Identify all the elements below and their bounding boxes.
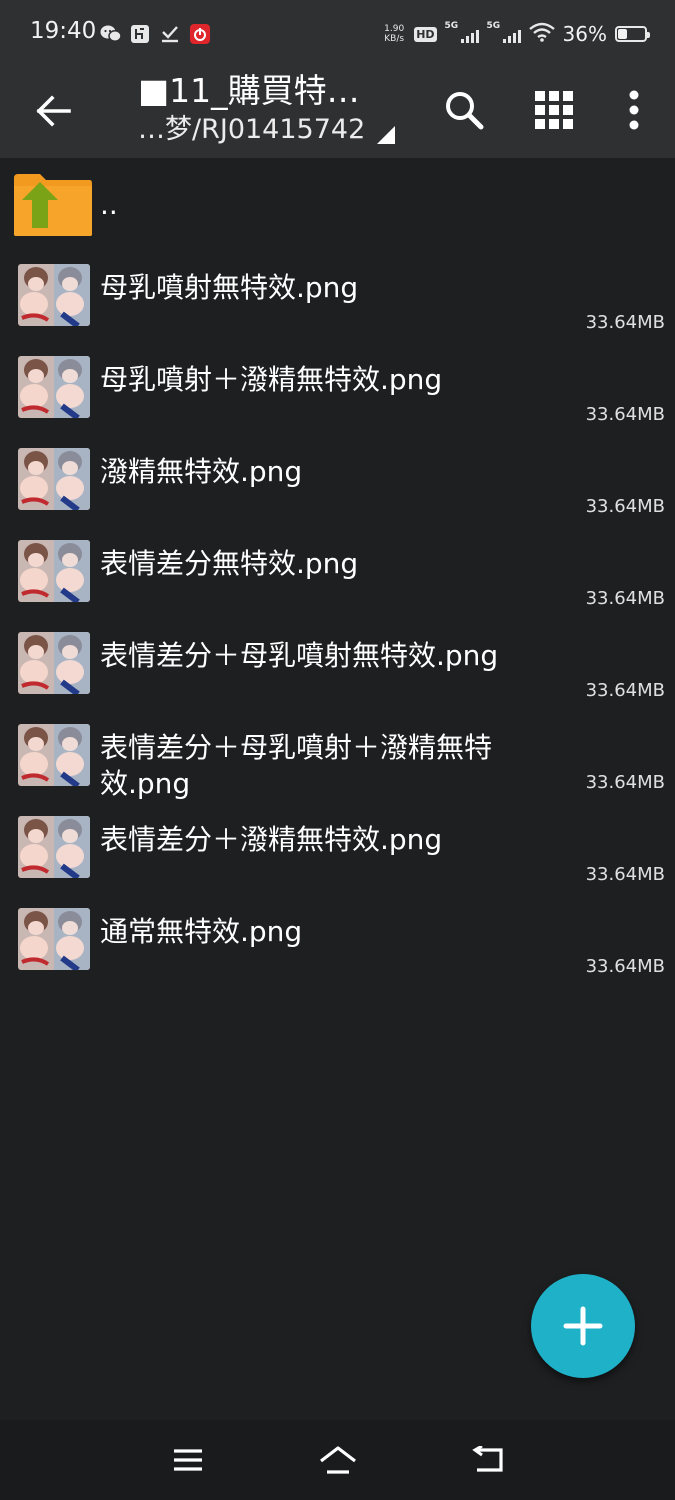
folder-up-icon bbox=[14, 174, 92, 236]
system-back-button[interactable] bbox=[464, 1436, 512, 1484]
image-thumbnail bbox=[18, 632, 90, 694]
file-name: 表情差分＋潑精無特效.png bbox=[100, 823, 443, 856]
file-row[interactable]: 母乳噴射無特效.png 33.64MB bbox=[0, 250, 675, 342]
file-size: 33.64MB bbox=[585, 864, 665, 885]
wifi-icon bbox=[528, 22, 555, 46]
home-icon bbox=[320, 1446, 356, 1474]
more-options-button[interactable] bbox=[604, 80, 664, 140]
signal-sim1-icon: 5G bbox=[444, 21, 479, 45]
battery-fill bbox=[618, 29, 628, 39]
battery-percent: 36% bbox=[562, 22, 607, 46]
net-speed-value: 1.90 bbox=[384, 24, 405, 34]
file-size: 33.64MB bbox=[585, 312, 665, 333]
menu-icon bbox=[174, 1449, 202, 1471]
folder-title: ■11_購買特… bbox=[138, 71, 360, 110]
sim2-label: 5G bbox=[486, 21, 501, 31]
navigation-bar bbox=[0, 1420, 675, 1500]
file-size: 33.64MB bbox=[585, 496, 665, 517]
file-row[interactable]: 母乳噴射＋潑精無特效.png 33.64MB bbox=[0, 342, 675, 434]
plus-icon bbox=[563, 1306, 603, 1346]
file-row[interactable]: 表情差分＋母乳噴射無特效.png 33.64MB bbox=[0, 618, 675, 710]
net-speed: 1.90 KB/s bbox=[384, 24, 404, 44]
toolbar: ■11_購買特… …梦/RJ01415742 bbox=[0, 66, 675, 158]
status-right: 1.90 KB/s HD 5G 5G 36% bbox=[384, 18, 650, 50]
back-arrow-icon bbox=[36, 95, 71, 127]
app-icon bbox=[130, 24, 150, 44]
back-icon bbox=[472, 1446, 503, 1472]
file-name: 表情差分＋母乳噴射＋潑精無特效.png bbox=[100, 731, 493, 800]
status-time: 19:40 bbox=[30, 18, 97, 44]
file-name: 表情差分＋母乳噴射無特效.png bbox=[100, 639, 499, 672]
signal-sim2-icon: 5G bbox=[486, 21, 521, 45]
status-bar: 19:40 1.90 KB/s HD 5G 5G 36% bbox=[0, 0, 675, 66]
search-button[interactable] bbox=[434, 80, 494, 140]
file-row[interactable]: 通常無特效.png 33.64MB bbox=[0, 894, 675, 986]
file-name: 母乳噴射＋潑精無特效.png bbox=[100, 363, 443, 396]
file-name: 潑精無特效.png bbox=[100, 455, 303, 488]
image-thumbnail bbox=[18, 448, 90, 510]
status-app-icons bbox=[100, 22, 210, 46]
add-fab-button[interactable] bbox=[531, 1274, 635, 1378]
net-speed-unit: KB/s bbox=[384, 34, 405, 44]
folder-subtitle[interactable]: …梦/RJ01415742 bbox=[138, 112, 396, 148]
hd-badge: HD bbox=[414, 26, 437, 42]
image-thumbnail bbox=[18, 540, 90, 602]
back-button[interactable] bbox=[24, 82, 82, 140]
image-thumbnail bbox=[18, 264, 90, 326]
search-icon bbox=[446, 92, 484, 130]
file-row[interactable]: 表情差分＋母乳噴射＋潑精無特效.png 33.64MB bbox=[0, 710, 675, 802]
battery-icon bbox=[615, 26, 650, 42]
file-name: 表情差分無特效.png bbox=[100, 547, 359, 580]
image-thumbnail bbox=[18, 908, 90, 970]
file-name: 母乳噴射無特效.png bbox=[100, 271, 359, 304]
grid-view-icon bbox=[535, 91, 573, 129]
dropdown-corner-icon bbox=[377, 126, 396, 144]
file-size: 33.64MB bbox=[585, 404, 665, 425]
parent-directory-label: .. bbox=[100, 188, 118, 221]
netease-music-icon bbox=[190, 24, 210, 44]
image-thumbnail bbox=[18, 724, 90, 786]
file-list: .. 母乳噴射無特效.png 33.64MB 母乳噴射＋潑精無特效.png 33.64… bbox=[0, 158, 675, 986]
file-row[interactable]: 潑精無特效.png 33.64MB bbox=[0, 434, 675, 526]
file-size: 33.64MB bbox=[585, 772, 665, 793]
home-button[interactable] bbox=[314, 1436, 362, 1484]
wechat-icon bbox=[100, 24, 122, 44]
file-name: 通常無特效.png bbox=[100, 915, 303, 948]
parent-directory-row[interactable]: .. bbox=[0, 158, 675, 250]
file-row[interactable]: 表情差分無特效.png 33.64MB bbox=[0, 526, 675, 618]
file-size: 33.64MB bbox=[585, 588, 665, 609]
grid-view-button[interactable] bbox=[524, 80, 584, 140]
recents-button[interactable] bbox=[164, 1436, 212, 1484]
file-row[interactable]: 表情差分＋潑精無特效.png 33.64MB bbox=[0, 802, 675, 894]
image-thumbnail bbox=[18, 816, 90, 878]
file-size: 33.64MB bbox=[585, 680, 665, 701]
image-thumbnail bbox=[18, 356, 90, 418]
path-title[interactable]: ■11_購買特… …梦/RJ01415742 bbox=[138, 70, 428, 148]
folder-path: …梦/RJ01415742 bbox=[138, 114, 366, 145]
file-size: 33.64MB bbox=[585, 956, 665, 977]
download-check-icon bbox=[160, 24, 180, 44]
more-vert-icon bbox=[629, 90, 639, 130]
sim1-label: 5G bbox=[444, 21, 459, 31]
